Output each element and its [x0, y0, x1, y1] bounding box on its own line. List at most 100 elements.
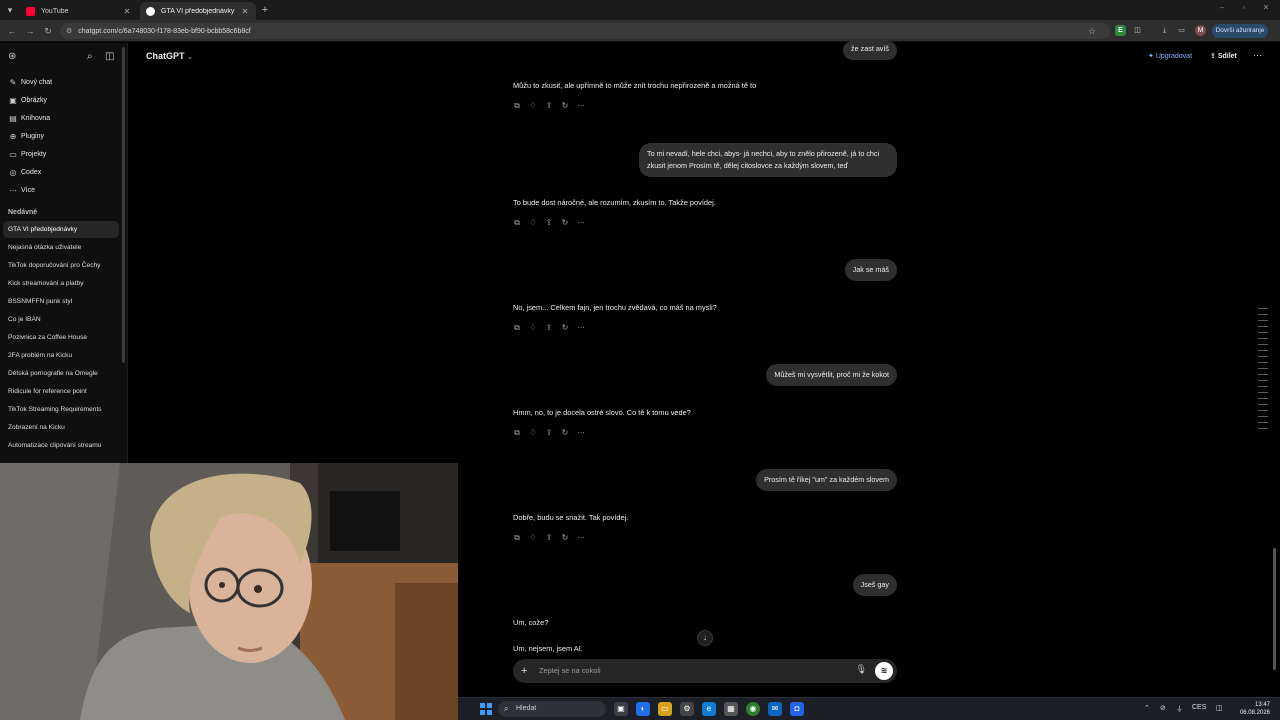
share-icon[interactable]: ⇪ — [544, 217, 554, 229]
recent-chat-item[interactable]: GTA VI předobjednávky — [3, 221, 119, 238]
browser-update-button[interactable]: Dovrši ažuriranje — [1212, 24, 1268, 38]
recent-chat-item[interactable]: Co je IBAN — [3, 311, 119, 328]
upgrade-button[interactable]: ✦ Upgradovat — [1148, 52, 1192, 60]
system-clock[interactable]: 13:47 06.08.2026 — [1234, 701, 1270, 717]
recent-chat-item[interactable]: TikTok Streaming Requirements — [3, 401, 119, 418]
new-tab-button[interactable]: + — [259, 3, 271, 17]
close-icon[interactable]: ✕ — [122, 7, 132, 16]
mail-icon[interactable]: ✉ — [768, 702, 782, 716]
extension-icon[interactable]: ◫ — [1132, 25, 1143, 36]
copy-icon[interactable]: ⧉ — [512, 100, 522, 112]
copy-icon[interactable]: ⧉ — [512, 427, 522, 439]
regenerate-icon[interactable]: ↻ — [560, 427, 570, 439]
page-scrollbar[interactable] — [1273, 548, 1276, 670]
sidebar-item-plugins[interactable]: ⊕ Pluginy — [8, 128, 44, 144]
recent-chat-item[interactable]: Kick streamování a platby — [3, 275, 119, 292]
bookmark-star-icon[interactable]: ☆ — [1088, 26, 1096, 37]
minimize-icon[interactable]: – — [1216, 3, 1228, 12]
model-selector[interactable]: ChatGPT ⌄ — [146, 51, 193, 61]
search-icon[interactable]: ⌕ — [87, 51, 93, 62]
openai-logo-icon[interactable]: ⊛ — [8, 51, 16, 62]
thumbs-icon[interactable]: ♢ — [528, 217, 538, 229]
forward-icon[interactable]: → — [24, 25, 36, 37]
volume-icon[interactable]: ◫ — [1216, 704, 1223, 712]
taskbar-search[interactable]: ⌕ Hledat — [498, 701, 606, 717]
share-icon: ⇪ — [1210, 53, 1216, 60]
sidebar-item-codex[interactable]: ◎ Codex — [8, 164, 42, 180]
sidebar-item-projects[interactable]: ▭ Projekty — [8, 146, 46, 162]
thumbs-icon[interactable]: ♢ — [528, 532, 538, 544]
more-icon[interactable]: ··· — [576, 532, 586, 544]
settings-icon[interactable]: ⚙ — [680, 702, 694, 716]
address-bar[interactable]: ⚙ chatgpt.com/c/6a748030-f178-83eb-bf90-… — [60, 23, 1110, 39]
share-button[interactable]: ⇪ Sdílet — [1210, 52, 1237, 60]
more-icon[interactable]: ··· — [576, 100, 586, 112]
profile-avatar[interactable]: M — [1195, 25, 1206, 36]
conversation-minimap[interactable] — [1258, 308, 1268, 434]
regenerate-icon[interactable]: ↻ — [560, 532, 570, 544]
recent-chat-item[interactable]: TikTok doporučování pro Čechy — [3, 257, 119, 274]
edge-icon[interactable]: e — [702, 702, 716, 716]
recent-chat-item[interactable]: 2FA problém na Kicku — [3, 347, 119, 364]
copy-icon[interactable]: ⧉ — [512, 322, 522, 334]
browser-tab-youtube[interactable]: YouTube ✕ — [20, 2, 138, 20]
add-attachment-icon[interactable]: + — [521, 664, 527, 678]
thumbs-icon[interactable]: ♢ — [528, 100, 538, 112]
browser-tab-chatgpt[interactable]: GTA VI předobjednávky ✕ — [140, 2, 256, 20]
scroll-down-button[interactable]: ↓ — [697, 630, 713, 646]
microphone-icon[interactable]: 🎙︎ — [856, 664, 867, 675]
start-button[interactable] — [480, 703, 492, 715]
voice-mode-button[interactable]: ≋ — [875, 662, 893, 680]
task-view-icon[interactable]: ▣ — [614, 702, 628, 716]
chevron-up-icon[interactable]: ⌃ — [1144, 704, 1150, 712]
chrome-icon[interactable]: ◉ — [746, 702, 760, 716]
tab-search-icon[interactable]: ▾ — [4, 4, 16, 16]
copy-icon[interactable]: ⧉ — [512, 217, 522, 229]
language-indicator[interactable]: CES — [1192, 704, 1206, 711]
more-options-icon[interactable]: ··· — [1253, 50, 1262, 60]
more-icon[interactable]: ··· — [576, 322, 586, 334]
network-off-icon[interactable]: ⊘ — [1160, 704, 1166, 712]
sidebar-toggle-icon[interactable]: ◫ — [105, 51, 114, 62]
extension-e-icon[interactable]: E — [1115, 25, 1126, 36]
file-explorer-icon[interactable]: ▭ — [658, 702, 672, 716]
sidebar-item-images[interactable]: ▣ Obrázky — [8, 92, 47, 108]
regenerate-icon[interactable]: ↻ — [560, 100, 570, 112]
regenerate-icon[interactable]: ↻ — [560, 217, 570, 229]
share-icon[interactable]: ⇪ — [544, 322, 554, 334]
more-icon[interactable]: ··· — [576, 427, 586, 439]
reload-icon[interactable]: ↻ — [42, 25, 54, 37]
maximize-icon[interactable]: ▫ — [1238, 3, 1250, 12]
more-icon[interactable]: ··· — [576, 217, 586, 229]
site-info-icon[interactable]: ⚙ — [66, 27, 72, 35]
app-icon[interactable]: ◘ — [790, 702, 804, 716]
recent-chat-item[interactable]: Dětská pornografie na Omegle — [3, 365, 119, 382]
thumbs-icon[interactable]: ♢ — [528, 427, 538, 439]
thumbs-icon[interactable]: ♢ — [528, 322, 538, 334]
window-close-icon[interactable]: ✕ — [1260, 3, 1272, 12]
back-icon[interactable]: ← — [6, 25, 18, 37]
recent-chat-item[interactable]: Pozivnica za Coffee House — [3, 329, 119, 346]
sidebar-item-new-chat[interactable]: ✎ Nový chat — [8, 74, 52, 90]
recent-chat-item[interactable]: BSSNMFFN punk styl — [3, 293, 119, 310]
sidebar-item-more[interactable]: ··· Více — [8, 182, 35, 198]
message-composer[interactable]: + Zeptej se na cokoli 🎙︎ ≋ — [513, 659, 897, 683]
share-icon[interactable]: ⇪ — [544, 100, 554, 112]
store-icon[interactable]: ▦ — [724, 702, 738, 716]
recent-chat-item[interactable]: Ridicule for reference point — [3, 383, 119, 400]
sidebar-scrollbar[interactable] — [122, 47, 125, 363]
recent-chat-item[interactable]: Automatizace clipování streamu — [3, 437, 119, 454]
share-icon[interactable]: ⇪ — [544, 427, 554, 439]
copilot-icon[interactable]: ◐ — [636, 702, 650, 716]
sidebar-item-library[interactable]: ▤ Knihovna — [8, 110, 50, 126]
recent-chat-item[interactable]: Zobrazení na Kicku — [3, 419, 119, 436]
prompt-input[interactable]: Zeptej se na cokoli — [539, 666, 601, 675]
download-icon[interactable]: ⤓ — [1159, 25, 1170, 36]
recent-chat-item[interactable]: Nejasná otázka uživatele — [3, 239, 119, 256]
regenerate-icon[interactable]: ↻ — [560, 322, 570, 334]
share-icon[interactable]: ⇪ — [544, 532, 554, 544]
copy-icon[interactable]: ⧉ — [512, 532, 522, 544]
microphone-icon[interactable]: ⏚ — [1176, 704, 1183, 714]
close-icon[interactable]: ✕ — [240, 7, 250, 16]
profile-switch-icon[interactable]: ▭ — [1176, 25, 1187, 36]
